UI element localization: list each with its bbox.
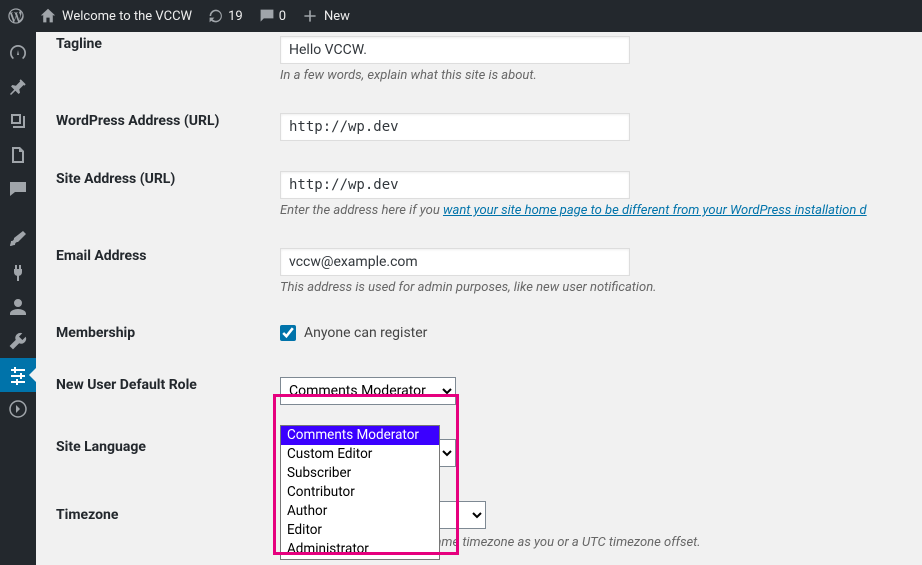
role-option[interactable]: Administrator	[281, 540, 439, 559]
home-icon	[40, 8, 56, 24]
role-option[interactable]: Author	[281, 502, 439, 521]
wpurl-input[interactable]	[280, 113, 630, 141]
membership-checkbox[interactable]	[280, 325, 296, 341]
toolbar-updates-count: 19	[228, 9, 243, 24]
menu-tools[interactable]	[0, 324, 36, 358]
menu-users[interactable]	[0, 290, 36, 324]
toolbar-updates[interactable]: 19	[200, 0, 251, 32]
wordpress-icon	[8, 8, 24, 24]
siteurl-label: Site Address (URL)	[56, 171, 280, 187]
toolbar-comments[interactable]: 0	[251, 0, 294, 32]
plugin-icon	[8, 263, 28, 283]
menu-posts[interactable]	[0, 70, 36, 104]
admin-menu	[0, 32, 36, 565]
comments-icon	[8, 179, 28, 199]
siteurl-description: Enter the address here if you want your …	[280, 203, 902, 218]
siteurl-help-link[interactable]: want your site home page to be different…	[443, 203, 867, 218]
toolbar-new[interactable]: New	[294, 0, 358, 32]
dashboard-icon	[8, 43, 28, 63]
membership-checkbox-label: Anyone can register	[304, 325, 427, 341]
wp-logo[interactable]	[0, 0, 32, 32]
toolbar-site-name[interactable]: Welcome to the VCCW	[32, 0, 200, 32]
role-option[interactable]: Editor	[281, 521, 439, 540]
siteurl-input[interactable]	[280, 171, 630, 199]
wrench-icon	[8, 331, 28, 351]
menu-collapse[interactable]	[0, 392, 36, 426]
role-option[interactable]: Comments Moderator	[281, 426, 439, 445]
membership-label: Membership	[56, 325, 280, 341]
email-input[interactable]	[280, 248, 630, 276]
default-role-select[interactable]: Comments ModeratorCustom EditorSubscribe…	[280, 377, 456, 405]
wpurl-label: WordPress Address (URL)	[56, 113, 280, 129]
email-description: This address is used for admin purposes,…	[280, 280, 902, 295]
brush-icon	[8, 229, 28, 249]
media-icon	[8, 111, 28, 131]
user-icon	[8, 297, 28, 317]
toolbar-new-label: New	[324, 9, 350, 24]
tagline-description: In a few words, explain what this site i…	[280, 68, 902, 83]
role-option[interactable]: Custom Editor	[281, 445, 439, 464]
pin-icon	[8, 77, 28, 97]
sliders-icon	[8, 365, 28, 385]
comment-icon	[259, 8, 275, 24]
plus-icon	[302, 8, 318, 24]
membership-checkbox-row[interactable]: Anyone can register	[280, 325, 902, 341]
tagline-input[interactable]	[280, 36, 630, 64]
toolbar-site-title: Welcome to the VCCW	[62, 9, 192, 24]
menu-pages[interactable]	[0, 138, 36, 172]
timezone-label: Timezone	[56, 507, 280, 523]
role-option[interactable]: Subscriber	[281, 464, 439, 483]
default-role-label: New User Default Role	[56, 377, 280, 393]
role-option[interactable]: Contributor	[281, 483, 439, 502]
collapse-icon	[8, 399, 28, 419]
email-label: Email Address	[56, 248, 280, 264]
menu-dashboard[interactable]	[0, 36, 36, 70]
default-role-dropdown-open[interactable]: Comments ModeratorCustom EditorSubscribe…	[280, 425, 440, 560]
menu-appearance[interactable]	[0, 222, 36, 256]
site-language-label: Site Language	[56, 439, 280, 455]
menu-comments[interactable]	[0, 172, 36, 206]
menu-settings[interactable]	[0, 358, 36, 392]
pages-icon	[8, 145, 28, 165]
menu-media[interactable]	[0, 104, 36, 138]
menu-plugins[interactable]	[0, 256, 36, 290]
settings-general-form: Tagline In a few words, explain what thi…	[36, 32, 922, 565]
toolbar-comments-count: 0	[279, 9, 286, 24]
tagline-label: Tagline	[56, 36, 280, 52]
update-icon	[208, 8, 224, 24]
admin-toolbar: Welcome to the VCCW 19 0 New	[0, 0, 922, 32]
